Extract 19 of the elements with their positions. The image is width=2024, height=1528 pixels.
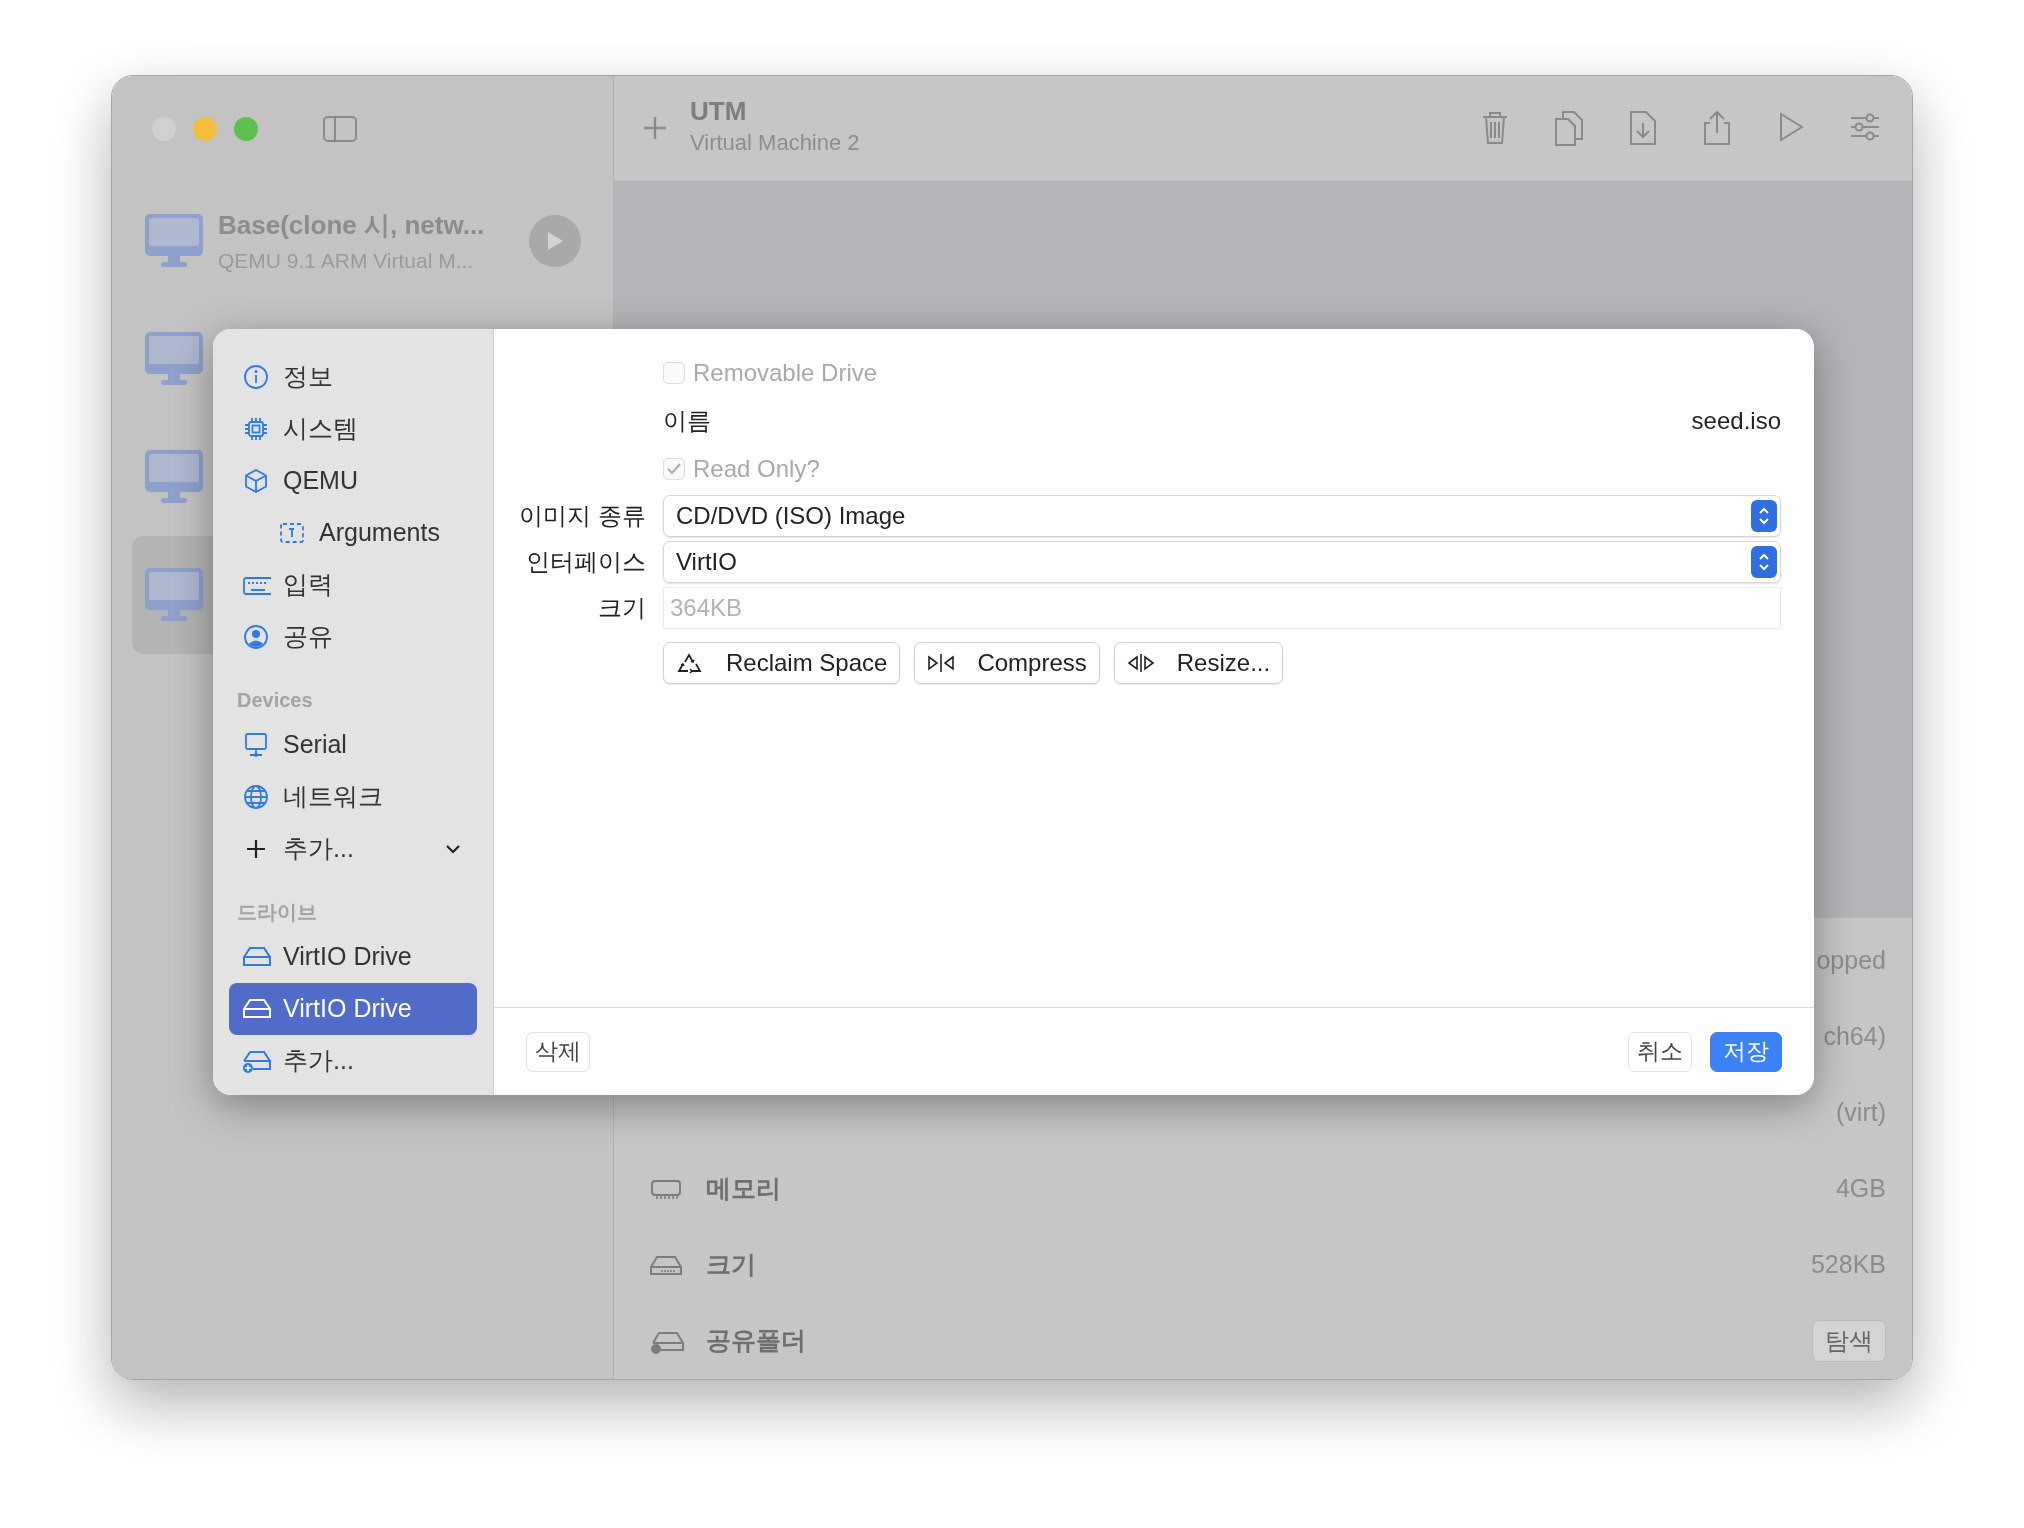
detail-label: 공유폴더: [706, 1325, 806, 1357]
detail-value: ch64): [1823, 1021, 1886, 1053]
detail-value: 528KB: [1810, 1249, 1886, 1281]
section-header: 드라이브: [236, 900, 318, 925]
name-value: seed.iso: [1691, 406, 1781, 436]
window-title: UTM: [690, 97, 748, 127]
detail-value: 4GB: [1835, 1173, 1886, 1205]
detail-value: opped: [1816, 945, 1886, 977]
section-header: Devices: [236, 688, 314, 713]
window-subtitle: Virtual Machine 2: [690, 129, 860, 158]
detail-value: (virt): [1836, 1097, 1886, 1129]
field-label: 인터페이스: [525, 547, 646, 577]
name-label: 이름: [663, 406, 711, 436]
detail-label: 메모리: [706, 1173, 781, 1205]
checkbox-label: Removable Drive: [693, 358, 878, 388]
field-label: 이미지 종류: [518, 501, 646, 531]
field-label: 크기: [597, 593, 646, 623]
detail-label: 크기: [706, 1249, 756, 1281]
checkbox-label: Read Only?: [693, 454, 820, 484]
